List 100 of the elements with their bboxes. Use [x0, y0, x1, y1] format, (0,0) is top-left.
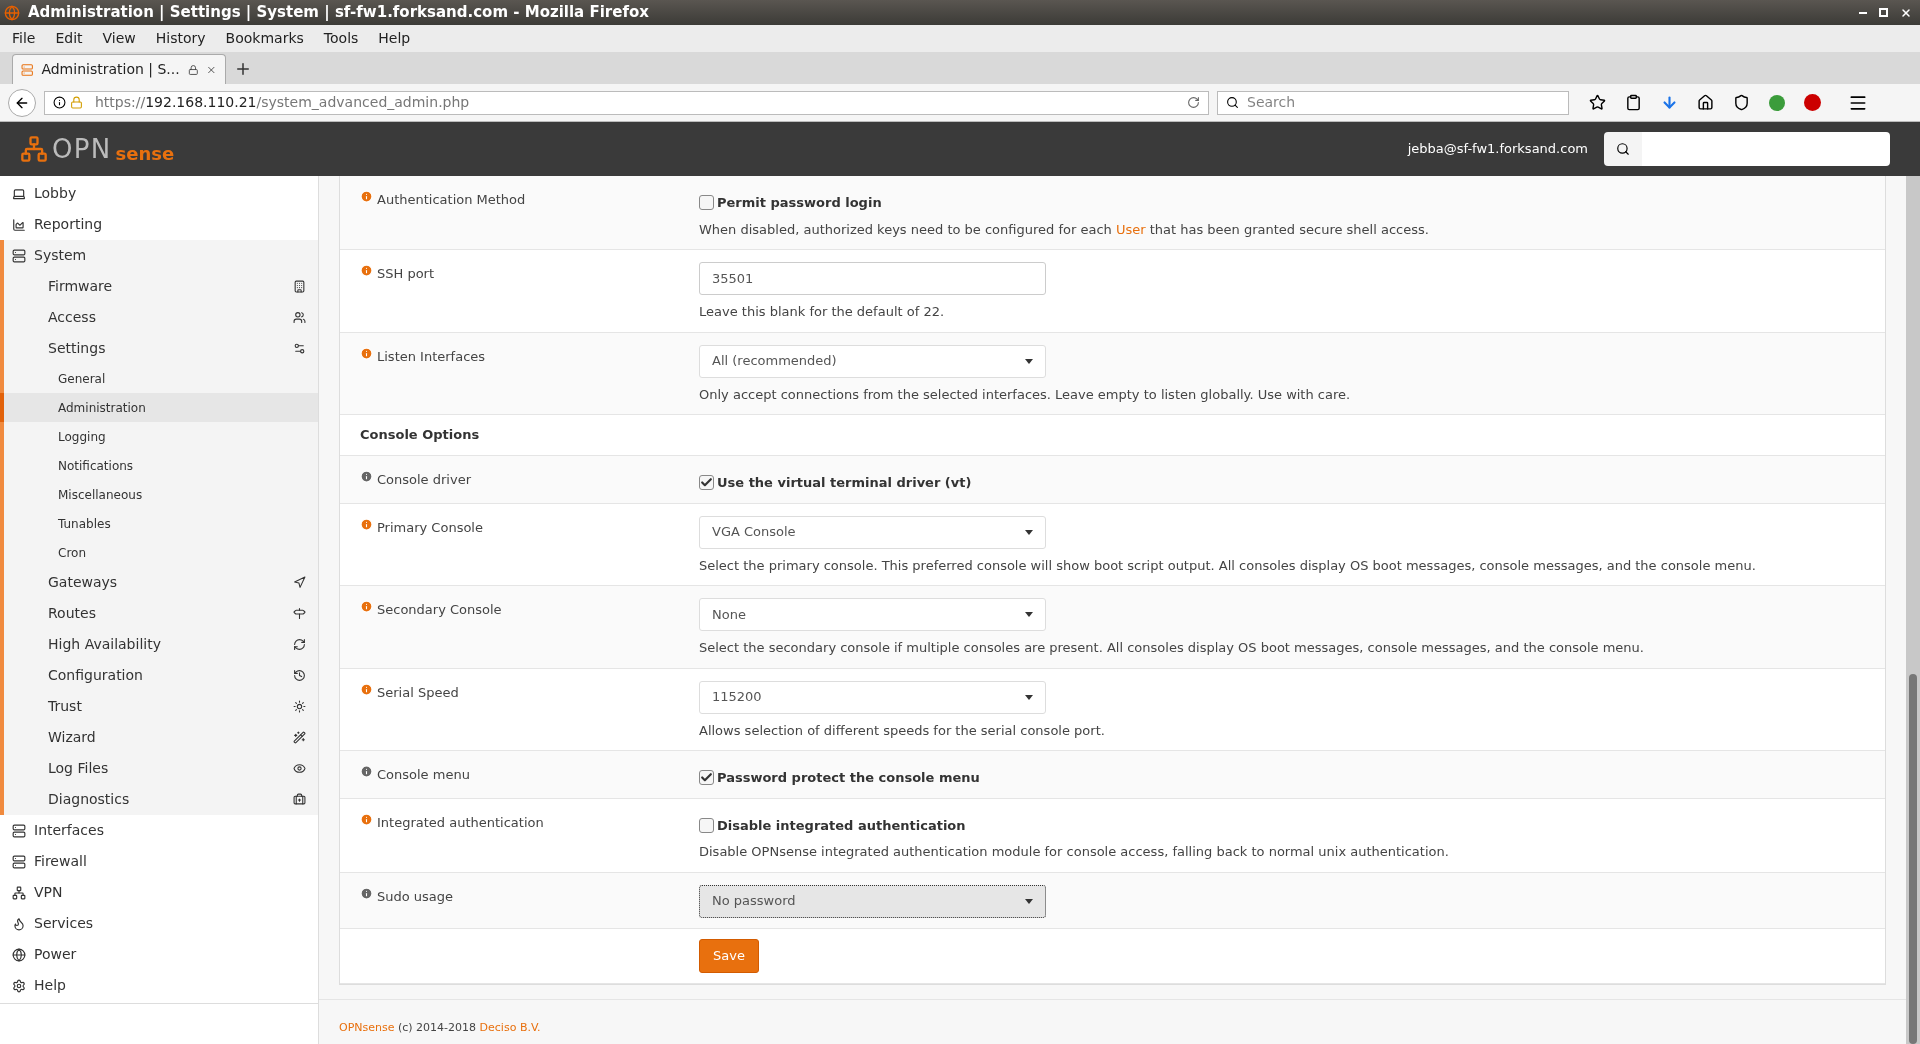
browser-logo-icon [4, 4, 20, 21]
info-icon[interactable] [360, 682, 373, 696]
logo[interactable]: OPN sense [20, 129, 175, 169]
minimize-icon[interactable] [1859, 11, 1867, 14]
sidebar-item[interactable]: High Availability [0, 629, 318, 660]
sidebar-item[interactable]: Power [0, 939, 318, 970]
shield-icon[interactable] [1733, 94, 1750, 111]
select-dropdown[interactable]: VGA Console [699, 515, 1046, 549]
sidebar-item[interactable]: Logging [0, 422, 318, 451]
select-dropdown[interactable]: All (recommended) [699, 344, 1046, 378]
sidebar-item[interactable]: Interfaces [0, 815, 318, 846]
menu-item-icon [12, 916, 26, 931]
field-label: Console driver [377, 471, 471, 489]
checkbox[interactable] [699, 770, 714, 786]
sidebar-item[interactable]: Tunables [0, 509, 318, 538]
menu-item[interactable]: Edit [55, 28, 83, 49]
sidebar-item[interactable]: Trust [0, 691, 318, 722]
download-icon[interactable] [1661, 94, 1678, 111]
sidebar-item[interactable]: Reporting [0, 209, 318, 240]
field-label: Serial Speed [377, 683, 459, 702]
field-label: Secondary Console [377, 601, 502, 619]
caret-icon [1025, 612, 1033, 617]
sidebar-item[interactable]: Access [0, 302, 318, 333]
checkbox-label: Permit password login [717, 194, 882, 212]
adblock-icon[interactable] [1804, 94, 1821, 111]
select-dropdown[interactable]: 115200 [699, 680, 1046, 714]
info-icon[interactable] [360, 346, 373, 360]
sidebar-item[interactable]: VPN [0, 877, 318, 908]
window-title: Administration | Settings | System | sf-fw1.forksand.com - Mozilla Firefox [28, 2, 650, 24]
input-field[interactable]: 35501 [699, 262, 1046, 295]
home-icon[interactable] [1697, 94, 1714, 111]
logo-icon [20, 135, 48, 163]
extension-icon[interactable] [1769, 94, 1785, 111]
sidebar-item[interactable]: System [0, 240, 318, 271]
select-dropdown[interactable]: None [699, 598, 1046, 631]
menu-item-icon [293, 762, 306, 775]
menu-item[interactable]: Bookmarks [225, 28, 304, 49]
caret-icon [1025, 898, 1033, 904]
footer-text: OPNsense (c) 2014-2018 Deciso B.V. [339, 1019, 542, 1036]
field-label: Listen Interfaces [377, 347, 486, 366]
sidebar-item[interactable]: Services [0, 908, 318, 939]
help-text: Leave this blank for the default of 22. [699, 303, 946, 321]
info-icon[interactable] [360, 264, 373, 277]
sidebar-item[interactable]: Log Files [0, 753, 318, 784]
menu-item-icon [12, 885, 26, 900]
menu-item-icon [293, 576, 306, 589]
checkbox[interactable] [699, 817, 714, 833]
sidebar-item[interactable]: Miscellaneous [0, 480, 318, 509]
sidebar-item[interactable]: Gateways [0, 567, 318, 598]
help-text: When disabled, authorized keys need to be configured for each User that has been granted secure shell access. [699, 220, 1429, 239]
menu-item[interactable]: Tools [323, 28, 359, 49]
maximize-icon[interactable] [1879, 8, 1888, 17]
sidebar-item[interactable]: Firewall [0, 846, 318, 877]
info-icon[interactable] [360, 886, 373, 900]
checkbox[interactable] [699, 475, 714, 491]
info-icon[interactable] [360, 190, 373, 203]
search-field[interactable]: Search [1217, 90, 1569, 115]
menu-item[interactable]: File [12, 28, 36, 49]
sidebar-item[interactable]: Notifications [0, 451, 318, 480]
browser-tab[interactable]: Administration | S... [12, 54, 226, 84]
menu-item-icon [12, 186, 26, 201]
sidebar-item[interactable]: Settings [0, 333, 318, 364]
select-dropdown[interactable]: No password [699, 884, 1046, 918]
close-icon[interactable] [1900, 6, 1912, 19]
info-icon[interactable] [360, 812, 373, 826]
search-button[interactable] [1604, 132, 1642, 166]
clipboard-icon[interactable] [1625, 94, 1642, 111]
menu-item-icon [12, 947, 26, 962]
menu-item-icon [293, 669, 306, 682]
menu-item[interactable]: Help [378, 28, 411, 49]
scrollbar[interactable] [1906, 176, 1920, 1044]
sidebar-item[interactable]: Configuration [0, 660, 318, 691]
menu-item-icon [12, 217, 26, 232]
sidebar-item[interactable]: Help [0, 970, 318, 1001]
address-bar[interactable]: https://192.168.110.21/system_advanced_admin.php [44, 90, 1209, 115]
checkbox-label: Use the virtual terminal driver (vt) [717, 474, 972, 492]
back-button[interactable] [8, 88, 36, 117]
bookmark-star-icon[interactable] [1589, 94, 1606, 111]
info-icon[interactable] [360, 517, 373, 531]
info-icon[interactable] [360, 765, 373, 778]
sidebar-item[interactable]: Routes [0, 598, 318, 629]
info-icon[interactable] [360, 600, 373, 613]
checkbox[interactable] [699, 195, 714, 211]
sidebar-item[interactable]: Diagnostics [0, 784, 318, 815]
user-account[interactable]: jebba@sf-fw1.forksand.com [1407, 139, 1588, 159]
search-input[interactable]: Search [1247, 92, 1560, 113]
menu-item[interactable]: View [102, 28, 136, 49]
new-tab-icon[interactable] [234, 60, 252, 78]
field-label: SSH port [377, 265, 435, 283]
sidebar-item[interactable]: Wizard [0, 722, 318, 753]
reload-icon[interactable] [1187, 96, 1200, 109]
sidebar-item[interactable]: Lobby [0, 178, 318, 209]
sidebar-item[interactable]: Firmware [0, 271, 318, 302]
field-label: Console menu [377, 766, 470, 784]
info-icon[interactable] [360, 470, 373, 483]
sidebar-item[interactable]: Administration [0, 393, 318, 422]
sidebar-item[interactable]: Cron [0, 538, 318, 567]
search-field[interactable] [1642, 132, 1890, 166]
menu-item[interactable]: History [155, 28, 206, 49]
sidebar-item[interactable]: General [0, 364, 318, 393]
